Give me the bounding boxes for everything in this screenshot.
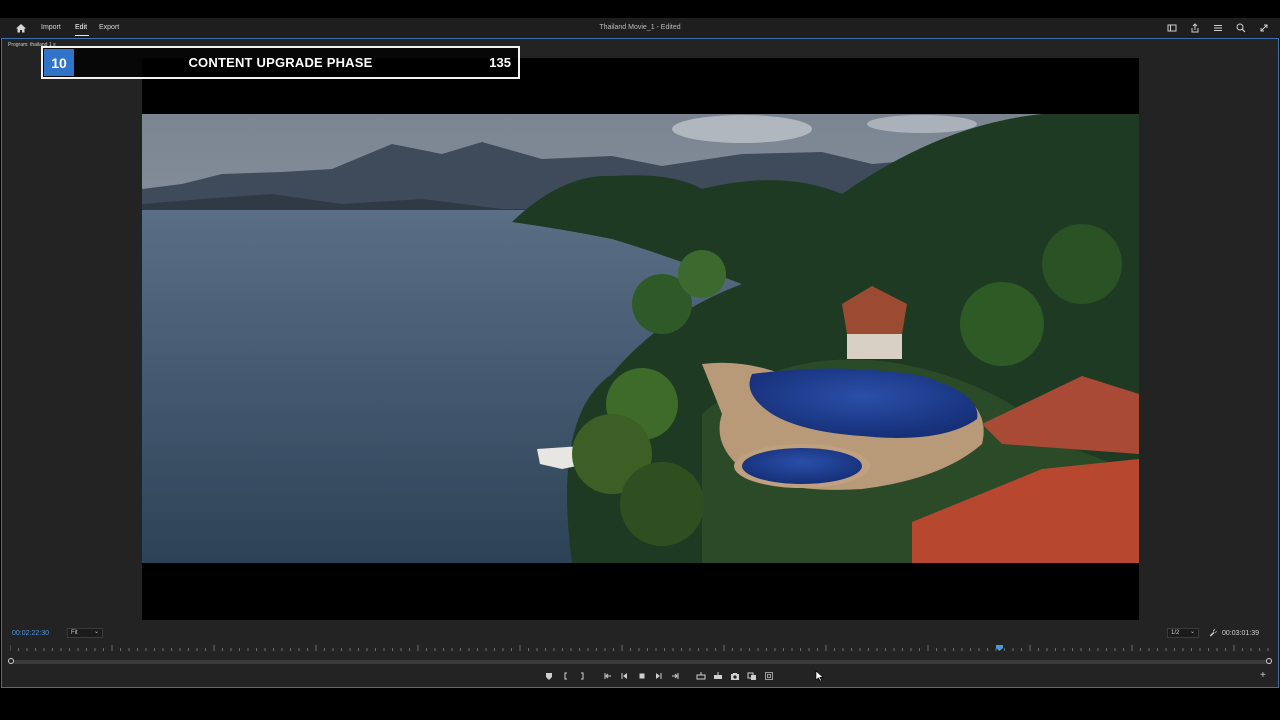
- wrench-icon[interactable]: [1209, 628, 1218, 637]
- mark-in-icon[interactable]: [561, 671, 571, 681]
- playhead-marker[interactable]: [996, 645, 1003, 651]
- stop-icon[interactable]: [637, 671, 647, 681]
- step-back-icon[interactable]: [620, 671, 630, 681]
- phase-badge: 10: [44, 49, 74, 76]
- safe-margins-icon[interactable]: [764, 671, 774, 681]
- go-to-out-icon[interactable]: [670, 671, 680, 681]
- resolution-value: 1/2: [1171, 630, 1180, 636]
- top-bar: Import Edit Export Thailand Movie_1 - Ed…: [0, 18, 1280, 38]
- resolution-select[interactable]: 1/2 ⌄: [1167, 628, 1199, 638]
- mouse-cursor-icon: [815, 670, 824, 682]
- panel-layout-icon[interactable]: [1166, 22, 1178, 34]
- duration-timecode: 00:03:01:39: [1222, 630, 1259, 637]
- zoom-fit-select[interactable]: Fit ⌄: [67, 628, 103, 638]
- scroll-handle-left[interactable]: [8, 658, 14, 664]
- video-canvas: [142, 58, 1139, 620]
- scroll-handle-right[interactable]: [1266, 658, 1272, 664]
- overwrite-icon[interactable]: [713, 671, 723, 681]
- marker-icon[interactable]: [544, 671, 554, 681]
- phase-number: 135: [489, 55, 511, 70]
- comparison-icon[interactable]: [747, 671, 757, 681]
- zoom-fit-value: Fit: [71, 630, 78, 636]
- current-timecode[interactable]: 00:02:22:30: [12, 630, 49, 637]
- video-frame: [142, 114, 1139, 563]
- chevron-down-icon: ⌄: [93, 629, 99, 635]
- active-nav-underline: [75, 35, 89, 36]
- go-to-in-icon[interactable]: [603, 671, 613, 681]
- share-icon[interactable]: [1189, 22, 1201, 34]
- phase-title: CONTENT UPGRADE PHASE: [188, 55, 373, 70]
- time-ruler[interactable]: [10, 645, 1272, 653]
- mark-out-icon[interactable]: [577, 671, 587, 681]
- step-forward-icon[interactable]: [653, 671, 663, 681]
- add-button[interactable]: +: [1260, 670, 1266, 681]
- export-frame-icon[interactable]: [730, 671, 740, 681]
- project-title: Thailand Movie_1 - Edited: [599, 24, 681, 31]
- chevron-down-icon: ⌄: [1189, 629, 1195, 635]
- phase-overlay: 10 CONTENT UPGRADE PHASE 135: [41, 46, 520, 79]
- expand-icon[interactable]: [1258, 22, 1270, 34]
- menu-icon[interactable]: [1212, 22, 1224, 34]
- program-monitor-panel: Program: thailand 1 ≡ 10 CONTENT UPGRADE…: [1, 38, 1279, 688]
- search-icon[interactable]: [1235, 22, 1247, 34]
- insert-icon[interactable]: [696, 671, 706, 681]
- zoom-scrollbar[interactable]: [12, 660, 1272, 664]
